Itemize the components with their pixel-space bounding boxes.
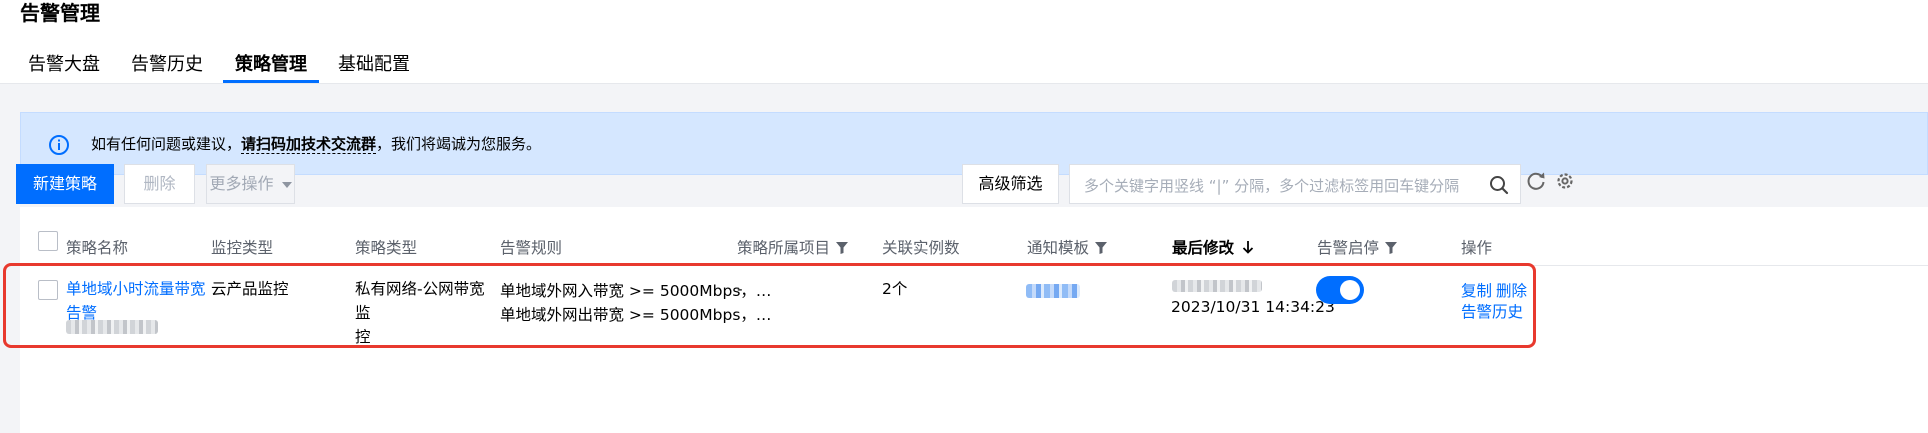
notice-prefix: 如有任何问题或建议， (91, 135, 242, 153)
header-actions: 操作 (1461, 239, 1493, 257)
redacted-policy-id (66, 320, 158, 334)
search-placeholder: 多个关键字用竖线 “|” 分隔，多个过滤标签用回车键分隔 (1084, 177, 1460, 195)
more-actions-dropdown[interactable]: 更多操作 (206, 164, 295, 204)
header-project[interactable]: 策略所属项目 (737, 237, 849, 259)
toggle-knob (1340, 280, 1360, 300)
modified-time: 2023/10/31 14:34:23 (1171, 298, 1335, 316)
header-alarm-status-label: 告警启停 (1317, 239, 1380, 257)
info-icon (49, 135, 69, 155)
header-alarm-rules: 告警规则 (500, 239, 563, 257)
header: 告警管理 告警大盘 告警历史 策略管理 基础配置 (0, 0, 1928, 84)
policy-name-line1: 单地域小时流量带宽 (66, 280, 206, 298)
policy-type-line2: 控 (355, 328, 371, 346)
header-policy-name: 策略名称 (66, 239, 129, 257)
filter-icon[interactable] (836, 242, 849, 254)
header-divider (20, 265, 1928, 266)
policy-type-line1: 私有网络-公网带宽监 (355, 280, 485, 322)
alarm-toggle[interactable] (1316, 276, 1364, 304)
gear-icon[interactable] (1553, 169, 1577, 193)
redacted-modifier (1172, 280, 1262, 292)
header-template[interactable]: 通知模板 (1027, 237, 1108, 259)
notice-text: 如有任何问题或建议，请扫码加技术交流群，我们将竭诚为您服务。 (91, 132, 541, 156)
advanced-filter-button[interactable]: 高级筛选 (962, 164, 1059, 204)
chevron-down-icon (281, 181, 292, 188)
policy-project: - (737, 280, 743, 298)
alarm-rules: 单地域外网入带宽 >= 5000Mbps，… 单地域外网出带宽 >= 5000M… (500, 279, 772, 327)
policy-type: 私有网络-公网带宽监 控 (355, 277, 495, 349)
header-template-label: 通知模板 (1027, 239, 1090, 257)
header-last-modified[interactable]: 最后修改 (1172, 237, 1254, 259)
row-checkbox[interactable] (38, 280, 58, 300)
select-all-checkbox[interactable] (38, 231, 58, 251)
delete-button[interactable]: 删除 (124, 164, 195, 204)
more-actions-label: 更多操作 (209, 174, 274, 193)
policy-table: 策略名称 监控类型 策略类型 告警规则 策略所属项目 关联实例数 通知模板 最后… (20, 207, 1928, 433)
create-policy-button[interactable]: 新建策略 (16, 164, 114, 204)
instance-count[interactable]: 2个 (882, 277, 907, 301)
tab-alarm-history[interactable]: 告警历史 (131, 50, 203, 80)
header-project-label: 策略所属项目 (737, 239, 831, 257)
header-policy-type: 策略类型 (355, 239, 418, 257)
monitor-type: 云产品监控 (211, 280, 289, 298)
filter-icon[interactable] (1095, 242, 1108, 254)
notice-suffix: ，我们将竭诚为您服务。 (376, 135, 542, 153)
header-alarm-status[interactable]: 告警启停 (1317, 237, 1398, 259)
header-last-modified-label: 最后修改 (1172, 239, 1235, 257)
search-icon[interactable] (1488, 174, 1510, 196)
tab-basic-config[interactable]: 基础配置 (338, 50, 410, 80)
tab-alarm-dashboard[interactable]: 告警大盘 (28, 50, 100, 80)
refresh-icon[interactable] (1524, 169, 1548, 193)
alarm-history-link[interactable]: 告警历史 (1461, 300, 1523, 324)
header-monitor-type: 监控类型 (211, 239, 274, 257)
page-title: 告警管理 (20, 1, 100, 25)
notification-template-link[interactable] (1026, 284, 1080, 298)
sort-down-icon[interactable] (1242, 240, 1254, 254)
tab-policy-management[interactable]: 策略管理 (223, 50, 319, 83)
search-input[interactable]: 多个关键字用竖线 “|” 分隔，多个过滤标签用回车键分隔 (1069, 164, 1521, 204)
tech-group-link[interactable]: 请扫码加技术交流群 (241, 135, 377, 154)
filter-icon[interactable] (1385, 242, 1398, 254)
alarm-rule-2: 单地域外网出带宽 >= 5000Mbps，… (500, 306, 772, 324)
header-instances: 关联实例数 (882, 239, 960, 257)
policy-name-link[interactable]: 单地域小时流量带宽 告警 (66, 277, 206, 325)
alarm-rule-1: 单地域外网入带宽 >= 5000Mbps，… (500, 282, 772, 300)
